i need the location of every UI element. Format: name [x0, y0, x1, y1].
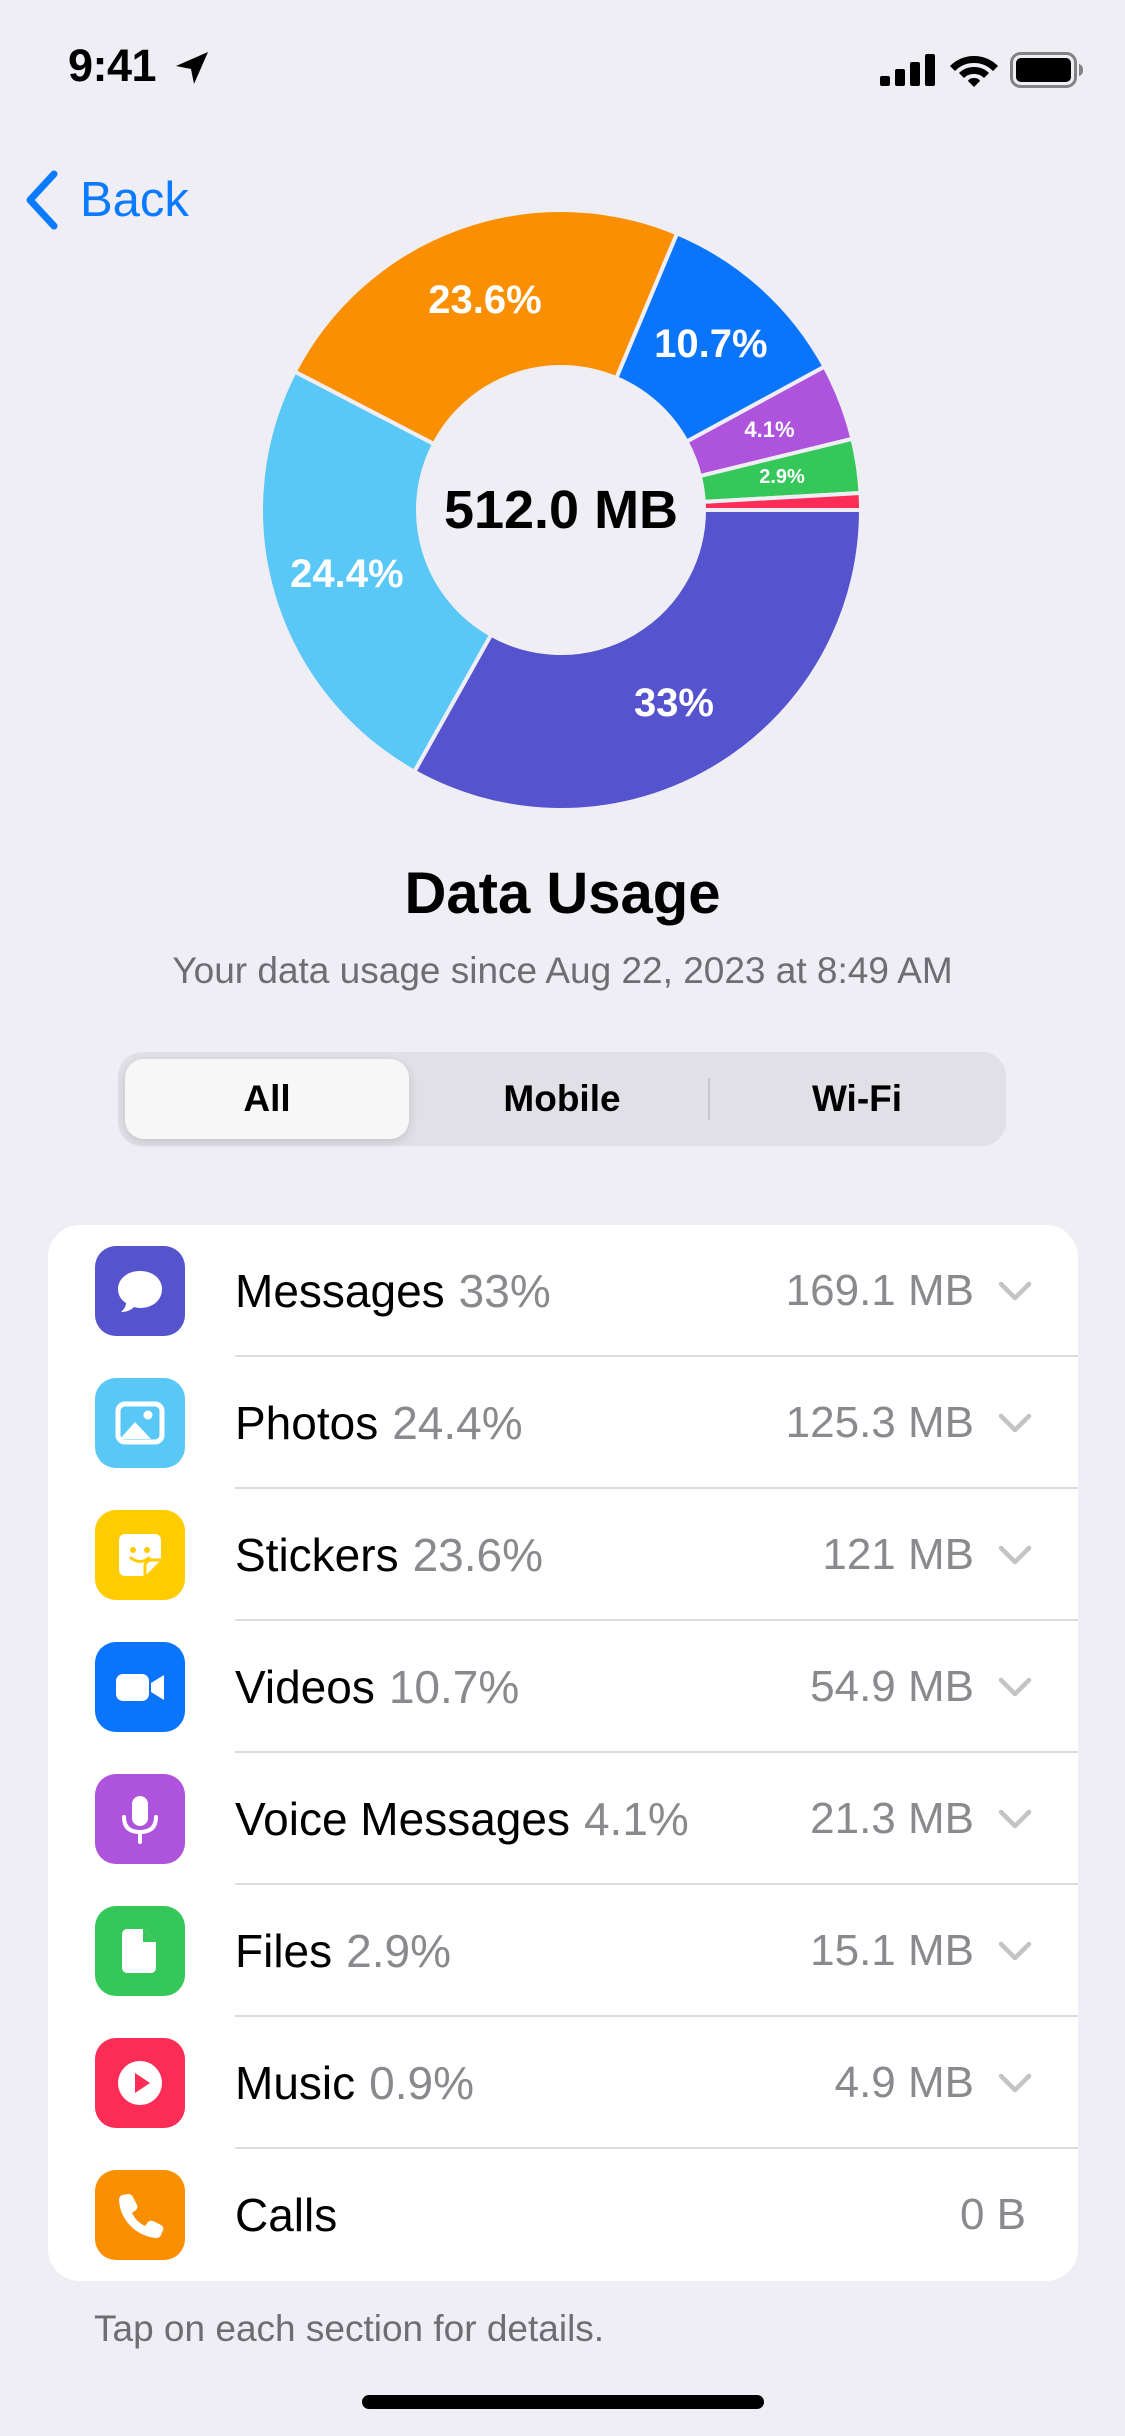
usage-list: Messages 33% 169.1 MB Photos 24.4% 125.3… [48, 1225, 1078, 2281]
microphone-icon [95, 1774, 185, 1864]
segment-divider [708, 1078, 710, 1120]
page-subtitle: Your data usage since Aug 22, 2023 at 8:… [172, 950, 953, 991]
chevron-down-icon [998, 1281, 1032, 1301]
chart-slice-label: 23.6% [428, 278, 541, 322]
row-size: 0 B [959, 2190, 1026, 2239]
chart-center-total: 512.0 MB [444, 480, 678, 540]
chevron-down-icon [998, 1413, 1032, 1433]
chart-slice-label: 2.9% [759, 466, 805, 488]
row-size: 121 MB [822, 1530, 974, 1579]
location-arrow-icon [176, 52, 208, 84]
status-time: 9:41 [68, 40, 157, 91]
row-name: Music [235, 2057, 356, 2109]
status-bar: 9:41 [0, 0, 1125, 140]
sticker-icon [95, 1510, 185, 1600]
chevron-down-icon [998, 1809, 1032, 1829]
row-size: 169.1 MB [785, 1266, 974, 1315]
page-title: Data Usage [404, 861, 721, 926]
list-item-calls[interactable]: Calls 0 B [48, 2149, 1078, 2281]
row-percent: 4.1% [583, 1793, 689, 1845]
wifi-icon [950, 56, 998, 87]
row-label: Messages 33% [235, 1225, 551, 1357]
row-percent: 0.9% [369, 2057, 474, 2109]
row-size: 4.9 MB [834, 2058, 974, 2107]
row-size: 54.9 MB [810, 1662, 974, 1711]
segment-all[interactable]: All [125, 1059, 409, 1139]
list-item-photos[interactable]: Photos 24.4% 125.3 MB [48, 1357, 1078, 1489]
list-item-messages[interactable]: Messages 33% 169.1 MB [48, 1225, 1078, 1357]
list-item-music[interactable]: Music 0.9% 4.9 MB [48, 2017, 1078, 2149]
row-label: Photos 24.4% [235, 1357, 523, 1489]
message-bubble-icon [95, 1246, 185, 1336]
row-label: Videos 10.7% [235, 1621, 519, 1753]
list-item-videos[interactable]: Videos 10.7% 54.9 MB [48, 1621, 1078, 1753]
cellular-signal-icon [880, 54, 935, 86]
segment-mobile[interactable]: Mobile [420, 1059, 704, 1139]
row-name: Messages [235, 1265, 445, 1317]
document-icon [95, 1906, 185, 1996]
back-button[interactable]: Back [22, 165, 189, 235]
segment-wifi[interactable]: Wi-Fi [715, 1059, 999, 1139]
row-name: Calls [235, 2189, 338, 2241]
home-indicator[interactable] [362, 2395, 764, 2409]
chevron-left-icon [26, 170, 58, 230]
chart-slice-messages[interactable] [411, 508, 864, 812]
chart-slice-label: 24.4% [290, 552, 403, 596]
chevron-down-icon [998, 2073, 1032, 2093]
chart-slice-label: 33% [634, 681, 714, 725]
row-percent: 23.6% [412, 1529, 544, 1581]
row-name: Photos [235, 1397, 379, 1449]
row-label: Calls [235, 2149, 337, 2281]
video-camera-icon [95, 1642, 185, 1732]
chevron-down-icon [998, 1545, 1032, 1565]
row-percent: 24.4% [392, 1397, 523, 1449]
play-icon [95, 2038, 185, 2128]
row-name: Files [235, 1925, 333, 1977]
phone-icon [95, 2170, 185, 2260]
row-name: Videos [235, 1661, 375, 1713]
row-label: Files 2.9% [235, 1885, 451, 2017]
row-size: 125.3 MB [785, 1398, 974, 1447]
row-percent: 33% [458, 1265, 551, 1317]
row-label: Music 0.9% [235, 2017, 474, 2149]
list-item-voice-messages[interactable]: Voice Messages 4.1% 21.3 MB [48, 1753, 1078, 1885]
connection-type-segmented-control: All Mobile Wi-Fi [118, 1052, 1006, 1146]
data-usage-screen: 9:41 Back 33% 24.4% 23.6% 10.7% 4.1% 2.9… [0, 0, 1125, 2436]
row-size: 15.1 MB [810, 1926, 974, 1975]
chart-slice-label: 10.7% [654, 322, 767, 366]
row-percent: 2.9% [346, 1925, 451, 1977]
back-label: Back [80, 173, 189, 227]
list-item-stickers[interactable]: Stickers 23.6% 121 MB [48, 1489, 1078, 1621]
row-name: Stickers [235, 1529, 399, 1581]
row-label: Stickers 23.6% [235, 1489, 543, 1621]
row-name: Voice Messages [235, 1793, 570, 1845]
list-item-files[interactable]: Files 2.9% 15.1 MB [48, 1885, 1078, 2017]
row-label: Voice Messages 4.1% [235, 1753, 689, 1885]
chart-slice-label: 4.1% [744, 417, 794, 442]
battery-icon [1010, 52, 1083, 88]
photo-icon [95, 1378, 185, 1468]
chevron-down-icon [998, 1677, 1032, 1697]
row-percent: 10.7% [388, 1661, 520, 1713]
donut-svg: 33% 24.4% 23.6% 10.7% 4.1% 2.9% 512.0 MB [259, 208, 864, 812]
chevron-down-icon [998, 1941, 1032, 1961]
row-size: 21.3 MB [810, 1794, 974, 1843]
footer-note: Tap on each section for details. [94, 2308, 605, 2349]
data-usage-donut-chart: 33% 24.4% 23.6% 10.7% 4.1% 2.9% 512.0 MB [250, 195, 880, 825]
